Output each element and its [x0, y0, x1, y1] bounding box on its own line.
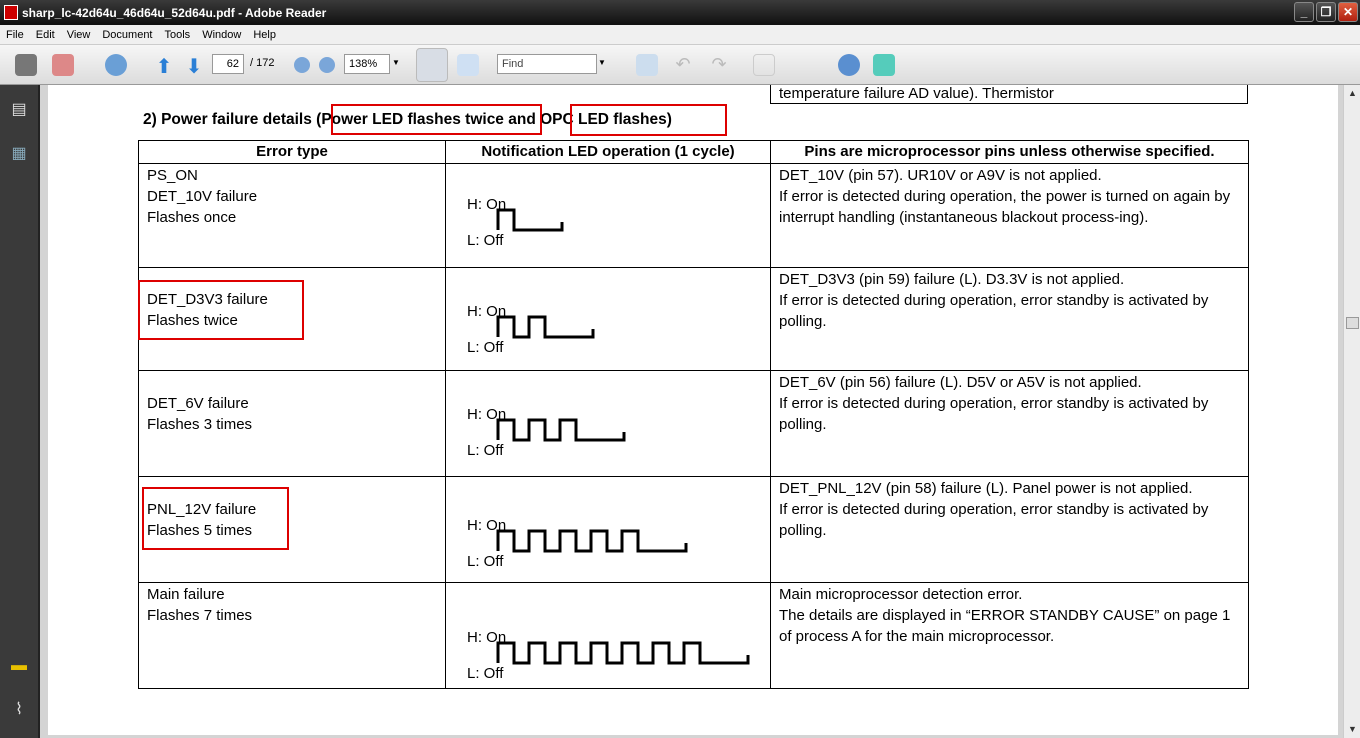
header-error-type: Error type	[138, 140, 446, 164]
led-waveform	[496, 208, 564, 232]
previous-table-cell: temperature failure AD value). Thermisto…	[770, 85, 1248, 104]
description-cell: Main microprocessor detection error. The…	[770, 582, 1249, 689]
find-input[interactable]: Find	[497, 54, 597, 74]
zoom-input[interactable]: 138%	[344, 54, 390, 74]
heading-prefix: 2) Power failure details (	[143, 111, 322, 128]
led-waveform	[496, 418, 626, 442]
next-page-icon[interactable]: ⬇	[183, 54, 205, 78]
comments-icon[interactable]: ▬	[9, 657, 29, 677]
pulse-train	[496, 641, 750, 665]
title-bar: sharp_lc-42d64u_46d64u_52d64u.pdf - Adob…	[0, 0, 1360, 25]
error-type-cell: PS_ON DET_10V failure Flashes once	[138, 163, 446, 268]
paperclip-icon[interactable]: ⌇	[9, 699, 29, 719]
highlight-box-det-d3v3	[138, 280, 304, 340]
close-button[interactable]: ✕	[1338, 2, 1358, 22]
spell-check-icon[interactable]	[636, 54, 658, 76]
navigation-panel: ▤ ▦ ▬ ⌇	[0, 85, 40, 738]
zoom-in-icon[interactable]	[319, 57, 335, 73]
pulse-train	[496, 315, 595, 339]
table-row: DET_D3V3 failure Flashes twice H: On L: Off…	[138, 267, 1249, 371]
table-row: Main failure Flashes 7 times H: On L: Off Ma…	[138, 582, 1249, 689]
undo-icon: ↶	[675, 54, 691, 74]
cut-text: temperature failure AD value). Thermisto…	[779, 85, 1054, 102]
error-type-line: Flashes 3 times	[147, 416, 253, 433]
error-type-line: Flashes once	[147, 209, 237, 226]
menu-view[interactable]: View	[67, 29, 91, 41]
pdf-app-icon	[4, 5, 18, 20]
minimize-button[interactable]: _	[1294, 2, 1314, 22]
pulse-train	[496, 208, 564, 232]
menu-bar: File Edit View Document Tools Window Hel…	[0, 25, 1360, 45]
error-type-line: Main failure	[147, 586, 225, 603]
vertical-scrollbar[interactable]: ▲ ▼	[1343, 85, 1360, 738]
menu-edit[interactable]: Edit	[36, 29, 55, 41]
toolbar: ⬆ ⬇ 62 / 172 138% ▼ Find ▼ ↶ ↷	[0, 45, 1360, 85]
description-cell: DET_D3V3 (pin 59) failure (L). D3.3V is …	[770, 267, 1249, 371]
attachments-doc-icon[interactable]: ▦	[9, 143, 29, 163]
pages-icon[interactable]: ▤	[9, 99, 29, 119]
scroll-down-icon[interactable]: ▼	[1344, 721, 1360, 738]
pulse-train	[496, 418, 626, 442]
table-row: DET_6V failure Flashes 3 times H: On L: Off…	[138, 370, 1249, 477]
menu-window[interactable]: Window	[202, 29, 241, 41]
zoom-out-icon[interactable]	[294, 57, 310, 73]
table-row: PS_ON DET_10V failure Flashes once H: On L: …	[138, 163, 1249, 268]
grid-tool-icon[interactable]	[873, 54, 895, 76]
print-icon[interactable]	[15, 54, 37, 76]
redo-icon: ↷	[711, 54, 727, 74]
led-waveform	[496, 315, 595, 339]
error-type-cell: DET_6V failure Flashes 3 times	[138, 370, 446, 477]
collaborate-icon[interactable]	[52, 54, 74, 76]
error-type-line: PS_ON	[147, 167, 198, 184]
led-waveform-cell: H: On L: Off	[445, 476, 771, 583]
find-dropdown-icon[interactable]: ▼	[598, 58, 606, 67]
error-type-line: Flashes 7 times	[147, 607, 253, 624]
menu-help[interactable]: Help	[253, 29, 276, 41]
power-failure-table: Error type Notification LED operation (1…	[138, 140, 1249, 689]
fit-width-icon[interactable]	[416, 48, 448, 82]
description-cell: DET_6V (pin 56) failure (L). D5V or A5V …	[770, 370, 1249, 477]
zoom-dropdown-icon[interactable]: ▼	[392, 58, 400, 67]
led-waveform	[496, 529, 688, 553]
window-title: sharp_lc-42d64u_46d64u_52d64u.pdf - Adob…	[22, 5, 327, 20]
led-waveform-cell: H: On L: Off	[445, 370, 771, 477]
error-type-line: DET_10V failure	[147, 188, 258, 205]
led-waveform-cell: H: On L: Off	[445, 267, 771, 371]
menu-document[interactable]: Document	[102, 29, 152, 41]
led-waveform-cell: H: On L: Off	[445, 163, 771, 268]
header-pins: Pins are microprocessor pins unless othe…	[770, 140, 1249, 164]
page-number-input[interactable]: 62	[212, 54, 244, 74]
previous-page-icon[interactable]: ⬆	[153, 54, 175, 78]
header-led-operation: Notification LED operation (1 cycle)	[445, 140, 771, 164]
led-waveform-cell: H: On L: Off	[445, 582, 771, 689]
error-type-line: DET_6V failure	[147, 395, 249, 412]
document-info-icon[interactable]	[838, 54, 860, 76]
pulse-train	[496, 529, 688, 553]
error-type-cell: Main failure Flashes 7 times	[138, 582, 446, 689]
scrollbar-thumb[interactable]	[1346, 317, 1359, 329]
copy-icon	[753, 54, 775, 76]
led-waveform	[496, 641, 750, 665]
web-settings-icon[interactable]	[105, 54, 127, 76]
highlight-box-opc-led	[570, 104, 727, 136]
menu-file[interactable]: File	[6, 29, 24, 41]
highlight-box-pnl-12v	[142, 487, 289, 550]
fit-page-icon[interactable]	[457, 54, 479, 76]
scroll-up-icon[interactable]: ▲	[1344, 85, 1360, 102]
highlight-box-power-led	[331, 104, 542, 135]
description-cell: DET_10V (pin 57). UR10V or A9V is not ap…	[770, 163, 1249, 268]
table-row: PNL_12V failure Flashes 5 times H: On L: Of…	[138, 476, 1249, 583]
restore-button[interactable]: ❐	[1316, 2, 1336, 22]
menu-tools[interactable]: Tools	[165, 29, 191, 41]
page-total: / 172	[250, 57, 275, 69]
description-cell: DET_PNL_12V (pin 58) failure (L). Panel …	[770, 476, 1249, 583]
